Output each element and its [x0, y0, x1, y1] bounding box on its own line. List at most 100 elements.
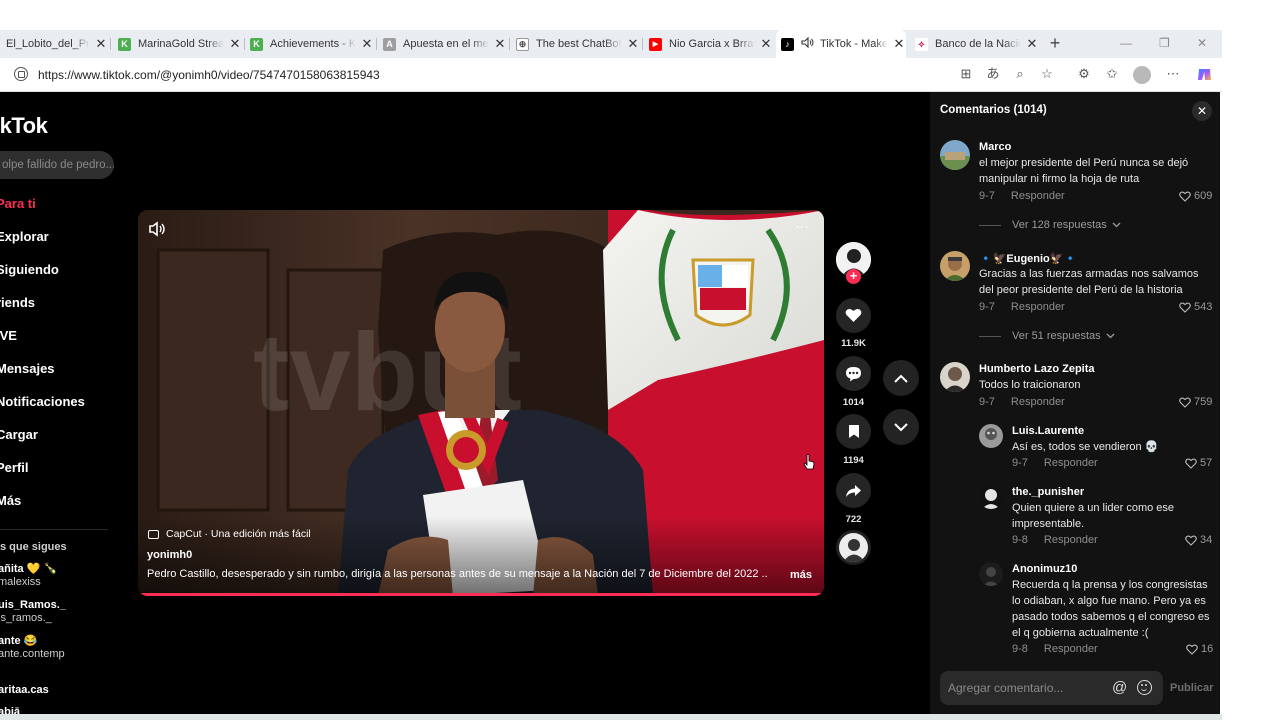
video-progress-bar[interactable] [138, 593, 824, 596]
comment-author[interactable]: Marco [979, 141, 1011, 153]
avatar[interactable] [940, 140, 970, 170]
browser-tab[interactable]: K MarinaGold Stream ✕ [118, 30, 242, 58]
save-button[interactable] [836, 414, 871, 449]
reply-author[interactable]: Anonimuz10 [1012, 563, 1077, 575]
reply-button[interactable]: Responder [1011, 301, 1065, 313]
video-options-icon[interactable]: ⋯ [795, 218, 810, 235]
tab-close-icon[interactable]: ✕ [892, 36, 906, 52]
browser-tab-active[interactable]: ♪ TikTok - Make Your ✕ [776, 30, 906, 58]
site-info-icon[interactable] [14, 67, 28, 81]
extensions-icon[interactable]: ⚙ [1076, 66, 1092, 82]
tab-close-icon[interactable]: ✕ [626, 36, 640, 52]
nav-upload[interactable]: Cargar [0, 427, 38, 442]
nav-following[interactable]: Siguiendo [0, 262, 59, 277]
browser-tab[interactable]: A Apuesta en el mejor ✕ [383, 30, 507, 58]
nav-friends[interactable]: riends [0, 295, 35, 310]
zoom-icon[interactable]: ⌕ [1012, 66, 1028, 82]
reply-like[interactable]: 57 [1185, 457, 1212, 469]
avatar[interactable] [979, 424, 1003, 448]
follow-plus-button[interactable]: + [846, 269, 861, 284]
comments-panel: Comentarios (1014) ✕ Marco el mejor pres… [930, 92, 1220, 714]
volume-icon[interactable] [148, 220, 166, 238]
reply-button[interactable]: Responder [1044, 534, 1098, 546]
video-author[interactable]: yonimh0 [147, 549, 192, 561]
view-replies-button[interactable]: Ver 51 respuestas [979, 330, 1115, 342]
reply-button[interactable]: Responder [1044, 457, 1098, 469]
maximize-icon[interactable]: ❐ [1159, 36, 1170, 50]
reply-button[interactable]: Responder [1044, 643, 1098, 655]
following-account[interactable]: aritaa.cas [0, 684, 49, 696]
nav-explore[interactable]: Explorar [0, 229, 49, 244]
avatar[interactable] [979, 562, 1003, 586]
nav-notifications[interactable]: Notificaciones [0, 394, 85, 409]
browser-tab[interactable]: El_Lobito_del_Pueblo ✕ [6, 30, 108, 58]
browser-tab[interactable]: ▶ Nio Garcia x Brray ✕ [649, 30, 773, 58]
mention-icon[interactable]: @ [1112, 679, 1127, 696]
favorites-icon[interactable]: ✩ [1104, 66, 1120, 82]
window-close-icon[interactable]: ✕ [1197, 36, 1207, 50]
tab-close-icon[interactable]: ✕ [360, 36, 374, 52]
browser-tab[interactable]: ⟡ Banco de la Nación ✕ [915, 30, 1039, 58]
like-button[interactable] [836, 298, 871, 333]
reply-like[interactable]: 16 [1186, 643, 1213, 655]
video-player[interactable]: tvbut ⋯ CapCut · Una edición más fácil y… [138, 210, 824, 596]
reply-author[interactable]: Luis.Laurente [1012, 425, 1084, 437]
tab-close-icon[interactable]: ✕ [228, 36, 242, 52]
emoji-icon[interactable] [1137, 680, 1152, 695]
close-comments-icon[interactable]: ✕ [1192, 101, 1212, 121]
browser-tab[interactable]: ⊕ The best ChatBot ✕ [516, 30, 640, 58]
comment-like[interactable]: 543 [1179, 301, 1212, 313]
nav-profile[interactable]: Perfil [0, 460, 29, 475]
reply-like[interactable]: 34 [1185, 534, 1212, 546]
nav-for-you[interactable]: Para ti [0, 196, 36, 211]
following-account[interactable]: abiā [0, 706, 20, 714]
tiktok-logo[interactable]: ikTok [0, 113, 48, 139]
browser-tab[interactable]: K Achievements - Kick ✕ [250, 30, 374, 58]
music-disc-avatar[interactable] [836, 530, 871, 565]
following-account[interactable]: añita 💛 🍾 malexiss [0, 562, 57, 588]
translate-icon[interactable]: あ [985, 66, 1001, 82]
tab-close-icon[interactable]: ✕ [94, 36, 108, 52]
chevron-down-icon [894, 422, 908, 431]
comment-author[interactable]: Humberto Lazo Zepita [979, 363, 1095, 375]
minimize-icon[interactable]: — [1120, 36, 1132, 50]
reply-button[interactable]: Responder [1011, 396, 1065, 408]
comment-button[interactable] [836, 356, 871, 391]
tab-close-icon[interactable]: ✕ [759, 36, 773, 52]
previous-video-button[interactable] [883, 360, 919, 396]
capcut-label[interactable]: CapCut · Una edición más fácil [148, 528, 311, 540]
caption-more-button[interactable]: más [790, 569, 812, 581]
share-button[interactable] [836, 473, 871, 508]
post-comment-button[interactable]: Publicar [1170, 682, 1213, 694]
favorite-star-icon[interactable]: ☆ [1039, 66, 1055, 82]
nav-messages[interactable]: Mensajes [0, 361, 55, 376]
following-account[interactable]: ante 😂 ante.contemp [0, 634, 65, 660]
account-name: abiā [0, 706, 21, 714]
reply-button[interactable]: Responder [1011, 190, 1065, 202]
nav-live[interactable]: IVE [0, 328, 17, 343]
copilot-icon[interactable] [1196, 66, 1212, 82]
comment-input[interactable] [948, 678, 1108, 698]
nav-more[interactable]: Más [0, 493, 21, 508]
avatar[interactable] [979, 485, 1003, 509]
comment-like[interactable]: 759 [1179, 396, 1212, 408]
reply-author[interactable]: the._punisher [1012, 486, 1084, 498]
comment-like[interactable]: 609 [1179, 190, 1212, 202]
avatar[interactable] [940, 251, 970, 281]
apps-icon[interactable]: ⊞ [958, 66, 974, 82]
avatar[interactable] [940, 362, 970, 392]
next-video-button[interactable] [883, 409, 919, 445]
new-tab-button[interactable]: + [1045, 33, 1065, 54]
view-replies-button[interactable]: Ver 128 respuestas [979, 219, 1121, 231]
search-input[interactable]: olpe fallido de pedro... [0, 151, 114, 179]
menu-dots-icon[interactable]: ⋯ [1165, 66, 1181, 82]
speaker-icon[interactable] [801, 36, 814, 51]
url-field[interactable]: https://www.tiktok.com/@yonimh0/video/75… [38, 68, 380, 82]
account-handle: ante.contemp [0, 648, 65, 660]
account-name: añita 💛 🍾 [0, 563, 58, 575]
profile-avatar-icon[interactable] [1133, 66, 1151, 84]
tab-close-icon[interactable]: ✕ [1025, 36, 1039, 52]
following-account[interactable]: uis_Ramos._ is_ramos._ [0, 599, 66, 624]
comment-author[interactable]: 🔹🦅Eugenio🦅🔹 [979, 252, 1077, 265]
tab-close-icon[interactable]: ✕ [493, 36, 507, 52]
